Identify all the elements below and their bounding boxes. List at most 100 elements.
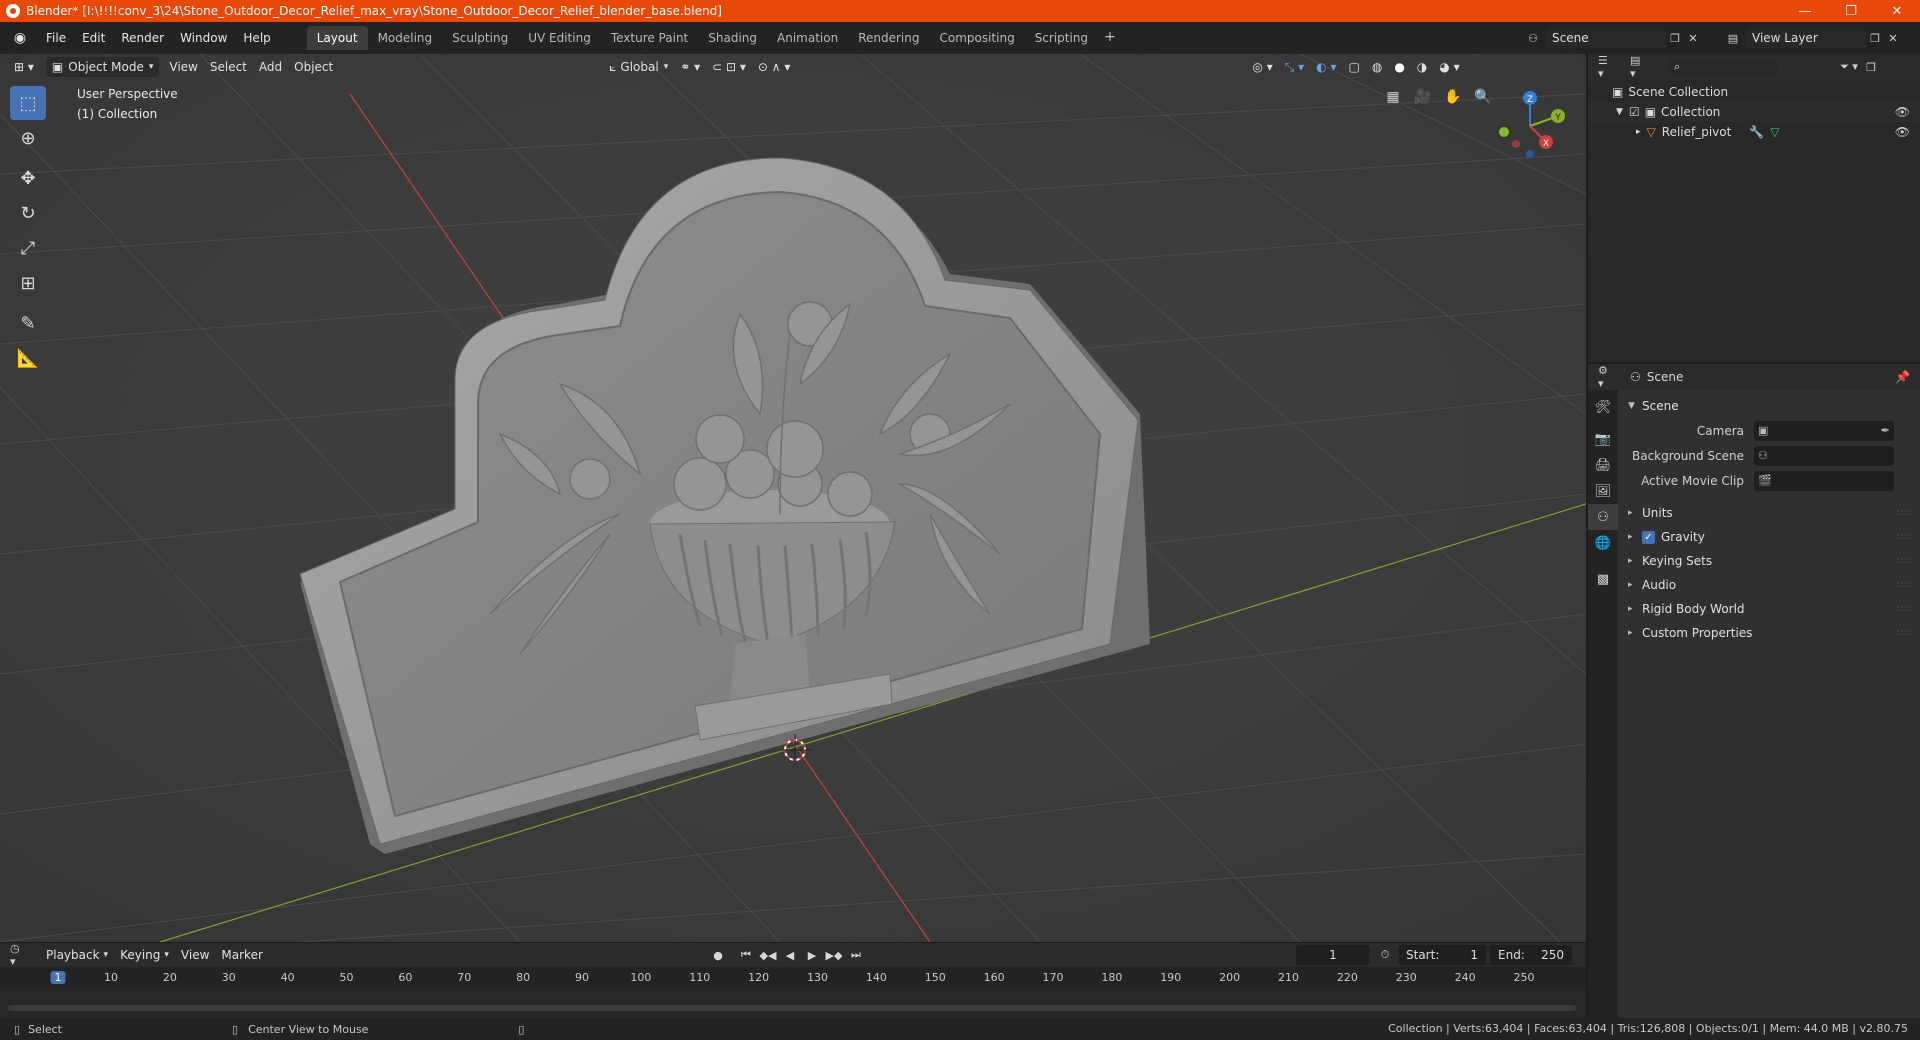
delete-scene-icon[interactable]: ✕ xyxy=(1684,29,1702,47)
play-icon[interactable]: ▶ xyxy=(802,946,822,964)
timeline-view-menu[interactable]: View xyxy=(175,945,215,965)
expand-arrow-icon[interactable]: ▼ xyxy=(1616,107,1623,117)
annotate-tool-icon[interactable]: ✎ xyxy=(10,306,46,340)
rigid-body-world-panel-header[interactable]: ▸ Rigid Body World ∷∷ xyxy=(1618,597,1920,621)
scene-name-field[interactable]: Scene xyxy=(1546,28,1666,48)
filter-icon[interactable]: ⏷ ▾ xyxy=(1840,58,1858,76)
texture-tab-icon[interactable]: ▩ xyxy=(1588,566,1618,592)
scene-browse-icon[interactable]: ⚇ xyxy=(1524,29,1542,47)
drag-handle-icon[interactable]: ∷∷ xyxy=(1897,508,1912,519)
drag-handle-icon[interactable]: ∷∷ xyxy=(1897,580,1912,591)
visibility-icon[interactable]: ◎ ▾ xyxy=(1246,57,1278,77)
new-view-layer-icon[interactable]: ❐ xyxy=(1866,29,1884,47)
scale-tool-icon[interactable]: ⤢ xyxy=(10,231,46,265)
record-icon[interactable]: ● xyxy=(708,946,728,964)
play-reverse-icon[interactable]: ◀ xyxy=(780,946,800,964)
select-box-tool-icon[interactable]: ⬚ xyxy=(10,86,46,120)
start-frame-field[interactable]: Start: 1 xyxy=(1398,945,1486,965)
timeline-ruler[interactable]: 1 10 20 30 40 50 60 70 80 90 100 110 120 130 140 150 160… xyxy=(0,967,1586,989)
view-layer-name-field[interactable]: View Layer xyxy=(1746,28,1866,48)
gravity-checkbox[interactable]: ✓ xyxy=(1642,530,1655,544)
eye-icon[interactable]: 👁 xyxy=(1895,125,1910,139)
timeline-editor-type-icon[interactable]: ◷ ▾ xyxy=(10,942,28,968)
menu-window[interactable]: Window xyxy=(172,27,235,49)
pin-icon[interactable]: 📌 xyxy=(1895,370,1910,384)
keying-menu[interactable]: Keying ▾ xyxy=(114,945,175,965)
pivot-point-icon[interactable]: ⚭ ▾ xyxy=(674,57,706,77)
tab-uv-editing[interactable]: UV Editing xyxy=(518,26,601,50)
viewport-menu-object[interactable]: Object xyxy=(288,57,339,77)
menu-file[interactable]: File xyxy=(38,27,74,49)
scene-panel-header[interactable]: ▼ Scene xyxy=(1618,394,1920,418)
keying-sets-panel-header[interactable]: ▸ Keying Sets ∷∷ xyxy=(1618,549,1920,573)
editor-type-icon[interactable]: ⊞ ▾ xyxy=(8,57,40,77)
stopwatch-icon[interactable]: ⏱ xyxy=(1376,946,1394,964)
expand-arrow-icon[interactable]: ▸ xyxy=(1636,127,1641,137)
tab-rendering[interactable]: Rendering xyxy=(848,26,929,50)
tab-texture-paint[interactable]: Texture Paint xyxy=(601,26,698,50)
eye-icon[interactable]: 👁 xyxy=(1895,105,1910,119)
units-panel-header[interactable]: ▸ Units ∷∷ xyxy=(1618,501,1920,525)
rotate-tool-icon[interactable]: ↻ xyxy=(10,196,46,230)
viewport-menu-select[interactable]: Select xyxy=(204,57,253,77)
measure-tool-icon[interactable]: 📐 xyxy=(10,341,46,375)
new-scene-icon[interactable]: ❐ xyxy=(1666,29,1684,47)
view-layer-browse-icon[interactable]: ▤ xyxy=(1724,29,1742,47)
proportional-edit-icon[interactable]: ⊙ ∧ ▾ xyxy=(752,57,797,77)
drag-handle-icon[interactable]: ∷∷ xyxy=(1897,604,1912,615)
background-scene-field[interactable]: ⚇ xyxy=(1754,445,1894,466)
properties-editor-type-icon[interactable]: ⚙ ▾ xyxy=(1598,364,1616,390)
menu-edit[interactable]: Edit xyxy=(74,27,113,49)
tool-tab-icon[interactable]: 🛠 xyxy=(1588,394,1618,420)
menu-help[interactable]: Help xyxy=(235,27,278,49)
playback-menu[interactable]: Playback ▾ xyxy=(40,945,114,965)
xray-toggle-icon[interactable]: ▢ xyxy=(1342,57,1365,77)
cursor-tool-icon[interactable]: ⊕ xyxy=(10,121,46,155)
rendered-shading-icon[interactable]: ◕ ▾ xyxy=(1433,57,1465,77)
pan-hand-icon[interactable]: ✋ xyxy=(1440,84,1466,110)
maximize-button[interactable]: ❐ xyxy=(1828,0,1874,22)
eyedropper-icon[interactable]: ✒ xyxy=(1881,424,1890,437)
tab-layout[interactable]: Layout xyxy=(306,26,368,50)
prev-keyframe-icon[interactable]: ◆◀ xyxy=(758,946,778,964)
move-tool-icon[interactable]: ✥ xyxy=(10,161,46,195)
marker-menu[interactable]: Marker xyxy=(215,945,268,965)
active-movie-clip-field[interactable]: 🎬 xyxy=(1754,470,1894,491)
new-collection-icon[interactable]: ❐ xyxy=(1862,58,1880,76)
snap-icon[interactable]: ⊂ ⊡ ▾ xyxy=(706,57,752,77)
gravity-panel-header[interactable]: ▸ ✓ Gravity ∷∷ xyxy=(1618,525,1920,549)
camera-field[interactable]: ▣ ✒ xyxy=(1754,420,1894,441)
render-tab-icon[interactable]: 📷 xyxy=(1588,426,1618,452)
outliner-row-collection[interactable]: ▼ ☑ ▣ Collection 👁 xyxy=(1588,102,1920,122)
world-tab-icon[interactable]: 🌐 xyxy=(1588,530,1618,556)
minimize-button[interactable]: — xyxy=(1782,0,1828,22)
next-keyframe-icon[interactable]: ▶◆ xyxy=(824,946,844,964)
drag-handle-icon[interactable]: ∷∷ xyxy=(1897,532,1912,543)
output-tab-icon[interactable]: 🖨 xyxy=(1588,452,1618,478)
add-workspace-button[interactable]: + xyxy=(1098,26,1122,50)
tab-animation[interactable]: Animation xyxy=(767,26,848,50)
solid-shading-icon[interactable]: ● xyxy=(1388,57,1410,77)
tab-scripting[interactable]: Scripting xyxy=(1025,26,1098,50)
jump-start-icon[interactable]: ⏮ xyxy=(736,946,756,964)
tab-compositing[interactable]: Compositing xyxy=(929,26,1024,50)
custom-properties-panel-header[interactable]: ▸ Custom Properties ∷∷ xyxy=(1618,621,1920,645)
view-layer-tab-icon[interactable]: 🖼 xyxy=(1588,478,1618,504)
viewport-menu-view[interactable]: View xyxy=(163,57,203,77)
camera-icon[interactable]: 🎥 xyxy=(1410,84,1436,110)
mode-dropdown[interactable]: ▣ Object Mode ▾ xyxy=(45,57,160,77)
outliner-editor-type-icon[interactable]: ☰ ▾ xyxy=(1598,54,1616,80)
drag-handle-icon[interactable]: ∷∷ xyxy=(1897,628,1912,639)
viewport-menu-add[interactable]: Add xyxy=(253,57,288,77)
close-button[interactable]: ✕ xyxy=(1874,0,1920,22)
timeline-scrollbar[interactable] xyxy=(8,1005,1576,1011)
end-frame-field[interactable]: End: 250 xyxy=(1490,945,1572,965)
current-frame-field[interactable]: 1 xyxy=(1296,945,1370,965)
delete-view-layer-icon[interactable]: ✕ xyxy=(1884,29,1902,47)
tab-sculpting[interactable]: Sculpting xyxy=(442,26,518,50)
exclude-checkbox[interactable]: ☑ xyxy=(1629,105,1640,119)
material-shading-icon[interactable]: ◑ xyxy=(1411,57,1433,77)
3d-viewport[interactable]: ⊞ ▾ ▣ Object Mode ▾ View Select Add Obje… xyxy=(0,54,1586,942)
menu-render[interactable]: Render xyxy=(113,27,172,49)
audio-panel-header[interactable]: ▸ Audio ∷∷ xyxy=(1618,573,1920,597)
